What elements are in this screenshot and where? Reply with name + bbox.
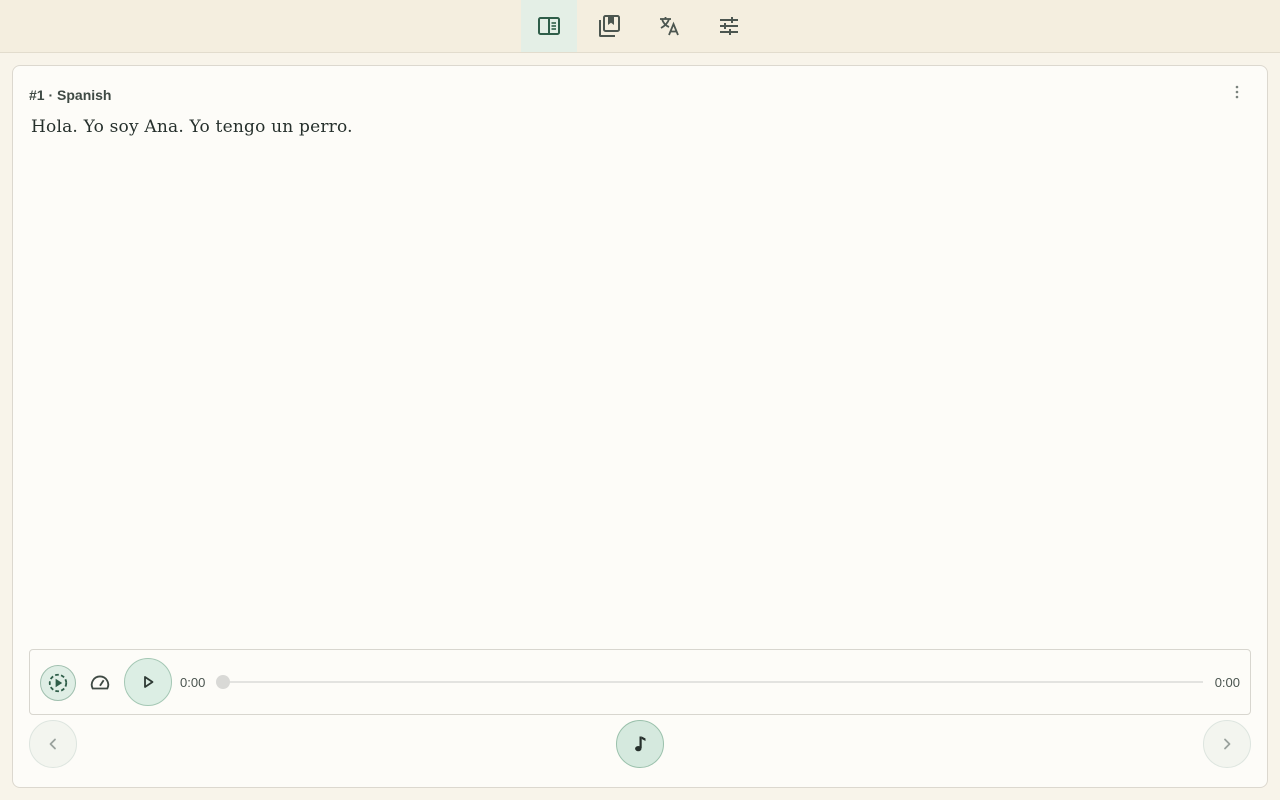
loop-playback-button[interactable]: [40, 665, 76, 701]
lesson-text: Hola. Yo soy Ana. Yo tengo un perro.: [31, 117, 353, 137]
tab-translate[interactable]: [641, 0, 697, 52]
settings-sliders-icon: [720, 17, 738, 35]
audio-player: 0:00 0:00: [29, 649, 1251, 715]
top-tabs: [521, 0, 761, 52]
more-options-button[interactable]: [1225, 83, 1249, 101]
lesson-card: #1 · Spanish Hola. Yo soy Ana. Yo tengo …: [12, 65, 1268, 788]
translate-icon: [660, 17, 679, 36]
previous-button[interactable]: [29, 720, 77, 768]
chevron-left-icon: [49, 738, 56, 750]
current-time: 0:00: [180, 675, 206, 690]
total-time: 0:00: [1214, 675, 1240, 690]
progress-slider-thumb[interactable]: [216, 675, 230, 689]
tab-settings[interactable]: [701, 0, 757, 52]
play-icon: [144, 676, 154, 688]
music-button[interactable]: [616, 720, 664, 768]
tab-reader[interactable]: [521, 0, 577, 52]
music-note-icon: [635, 736, 646, 752]
chevron-right-icon: [1224, 738, 1231, 750]
play-button[interactable]: [124, 658, 172, 706]
progress-slider[interactable]: [216, 675, 1203, 689]
playback-speed-button[interactable]: [85, 668, 115, 698]
library-icon: [599, 15, 620, 37]
more-vertical-icon: [1235, 85, 1239, 99]
tab-library[interactable]: [581, 0, 637, 52]
lesson-title: #1 · Spanish: [29, 87, 112, 103]
loop-play-icon: [48, 673, 68, 693]
next-button[interactable]: [1203, 720, 1251, 768]
top-nav-bar: [0, 0, 1280, 53]
speedometer-icon: [90, 675, 110, 690]
reader-icon: [538, 17, 560, 35]
